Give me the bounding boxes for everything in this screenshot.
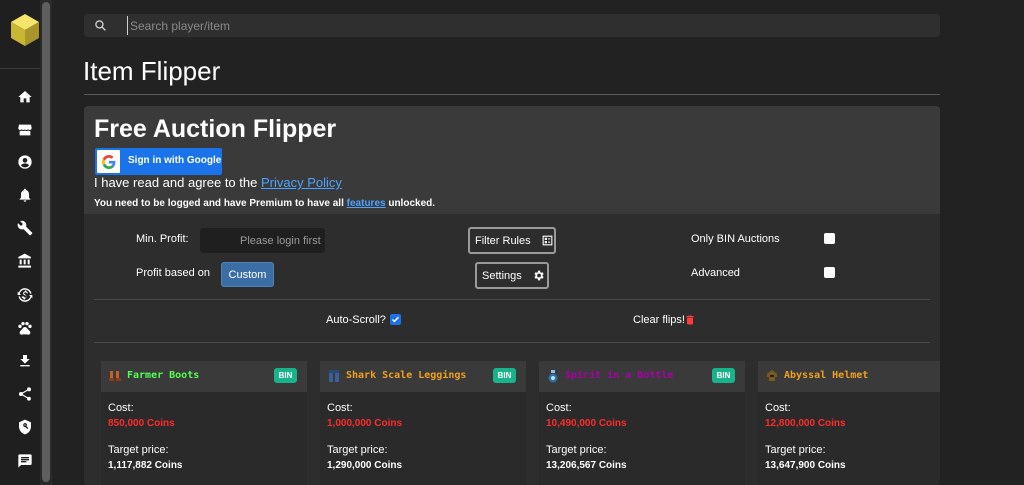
wrench-icon[interactable] — [14, 217, 36, 239]
home-icon[interactable] — [14, 86, 36, 108]
search-bar — [84, 14, 940, 37]
search-input[interactable] — [127, 16, 907, 35]
share-icon[interactable] — [14, 383, 36, 405]
list-view-icon — [542, 235, 552, 246]
flip-card-header: Farmer Boots BIN — [101, 361, 307, 392]
settings-button[interactable]: Settings — [475, 262, 549, 289]
page-title: Item Flipper — [83, 56, 221, 86]
advanced-label: Advanced — [691, 267, 740, 279]
min-profit-label: Min. Profit: — [136, 233, 189, 245]
only-bin-label: Only BIN Auctions — [691, 233, 780, 245]
flip-target-value: 1,290,000 Coins — [327, 460, 403, 471]
premium-prefix: You need to be logged and have Premium t… — [94, 198, 347, 209]
agree-prefix: I have read and agree to the — [94, 175, 261, 190]
checkmark-icon — [391, 316, 400, 323]
bank-icon[interactable] — [14, 250, 36, 272]
settings-label: Settings — [482, 269, 522, 282]
auto-scroll-checkbox[interactable] — [390, 314, 401, 325]
flip-target-label: Target price: — [327, 444, 388, 456]
flip-item-name: Abyssal Helmet — [784, 370, 869, 381]
premium-notice: You need to be logged and have Premium t… — [94, 198, 435, 209]
agree-text: I have read and agree to the Privacy Pol… — [94, 175, 342, 190]
gear-icon — [534, 270, 544, 281]
flip-card-header: Shark Scale Leggings BIN — [320, 361, 526, 392]
logo-cube-icon[interactable] — [9, 12, 41, 48]
flip-target-value: 13,647,900 Coins — [765, 460, 846, 471]
chat-icon[interactable] — [14, 450, 36, 472]
sidebar-scrollbar[interactable] — [40, 0, 52, 485]
clear-flips-label[interactable]: Clear flips! — [633, 314, 685, 326]
flip-cost-label: Cost: — [327, 402, 353, 414]
store-icon[interactable] — [14, 119, 36, 141]
profit-based-label: Profit based on — [136, 267, 210, 279]
notifications-icon[interactable] — [14, 184, 36, 206]
features-link[interactable]: features — [347, 198, 386, 209]
flip-card-header: Spirit in a Bottle BIN — [539, 361, 745, 392]
privacy-shield-icon[interactable] — [14, 416, 36, 438]
helmet-icon — [767, 370, 777, 381]
flip-cost-label: Cost: — [765, 402, 791, 414]
flip-card[interactable]: Farmer Boots BIN Cost: 850,000 Coins Tar… — [101, 361, 307, 485]
only-bin-checkbox[interactable] — [824, 233, 835, 244]
flip-cost-value: 850,000 Coins — [108, 418, 175, 429]
sidebar-divider — [0, 68, 40, 69]
flip-item-name: Shark Scale Leggings — [346, 370, 467, 381]
search-icon — [95, 20, 106, 31]
flipper-card: Free Auction Flipper Sign in with Google… — [84, 106, 940, 485]
filter-rules-button[interactable]: Filter Rules — [468, 227, 556, 254]
boots-icon — [109, 371, 121, 381]
flip-card[interactable]: Spirit in a Bottle BIN Cost: 10,490,000 … — [539, 361, 745, 485]
flip-item-name: Farmer Boots — [127, 370, 200, 381]
flipper-title: Free Auction Flipper — [94, 115, 337, 143]
privacy-policy-link[interactable]: Privacy Policy — [261, 175, 342, 190]
sidebar-scrollbar-thumb[interactable] — [42, 2, 50, 482]
flip-cost-label: Cost: — [108, 402, 134, 414]
flip-card[interactable]: Abyssal Helmet Cost: 12,800,000 Coins Ta… — [758, 361, 940, 485]
flipper-card-header: Free Auction Flipper Sign in with Google… — [84, 106, 940, 214]
advanced-checkbox[interactable] — [824, 267, 835, 278]
bin-badge: BIN — [493, 368, 516, 383]
flip-cost-value: 12,800,000 Coins — [765, 418, 846, 429]
google-sign-in-button[interactable]: Sign in with Google — [95, 148, 222, 175]
flip-card[interactable]: Shark Scale Leggings BIN Cost: 1,000,000… — [320, 361, 526, 485]
paw-icon[interactable] — [14, 317, 36, 339]
flips-divider — [94, 342, 930, 343]
flip-target-label: Target price: — [108, 444, 169, 456]
flip-target-label: Target price: — [765, 444, 826, 456]
auto-scroll-label: Auto-Scroll? — [326, 314, 386, 326]
currency-exchange-icon[interactable] — [14, 284, 36, 306]
settings-divider — [94, 299, 930, 300]
bin-badge: BIN — [274, 368, 297, 383]
flip-target-value: 13,206,567 Coins — [546, 460, 627, 471]
trash-icon[interactable] — [684, 314, 696, 326]
account-icon[interactable] — [14, 151, 36, 173]
filter-rules-label: Filter Rules — [475, 234, 531, 247]
bin-badge: BIN — [712, 368, 735, 383]
flip-cost-label: Cost: — [546, 402, 572, 414]
download-icon[interactable] — [14, 350, 36, 372]
flip-card-header: Abyssal Helmet — [758, 361, 940, 392]
title-divider — [84, 94, 940, 95]
sidebar — [0, 0, 52, 485]
flip-target-label: Target price: — [546, 444, 607, 456]
flip-target-value: 1,117,882 Coins — [108, 460, 183, 471]
google-logo-icon — [97, 150, 120, 173]
min-profit-input[interactable] — [200, 228, 325, 253]
bottle-icon — [548, 370, 558, 383]
flip-item-name: Spirit in a Bottle — [565, 370, 674, 381]
google-sign-in-label: Sign in with Google — [128, 155, 222, 166]
premium-suffix: unlocked. — [385, 198, 436, 209]
flip-cost-value: 1,000,000 Coins — [327, 418, 403, 429]
flip-cost-value: 10,490,000 Coins — [546, 418, 627, 429]
leggings-icon — [329, 370, 339, 382]
profit-based-select[interactable]: Custom — [221, 262, 274, 287]
